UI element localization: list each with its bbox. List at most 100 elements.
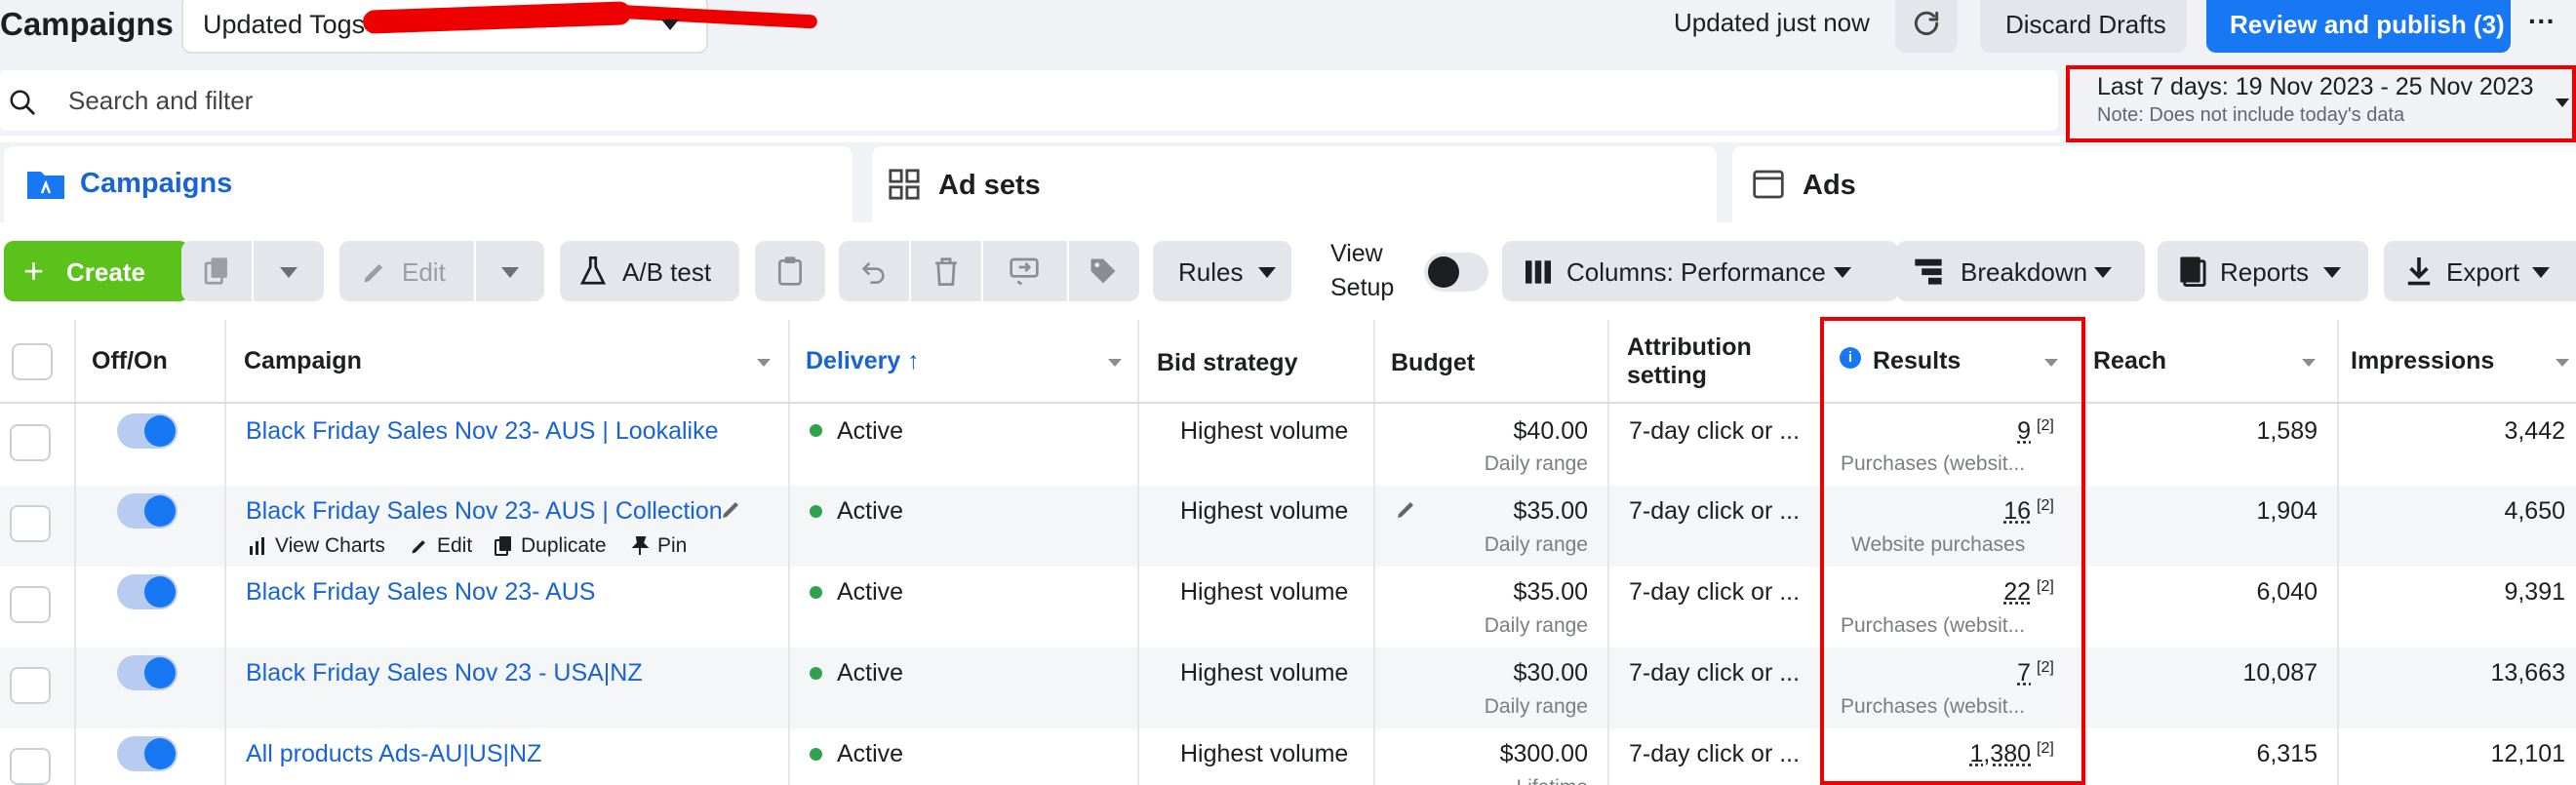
sort-icon[interactable] <box>2302 359 2316 367</box>
campaign-toggle[interactable] <box>117 413 178 449</box>
reports-button[interactable]: Reports <box>2158 241 2368 301</box>
campaign-name-link[interactable]: Black Friday Sales Nov 23- AUS | Collect… <box>246 497 723 526</box>
select-all-checkbox[interactable] <box>12 343 53 380</box>
grid-icon <box>889 169 920 200</box>
delete-button[interactable] <box>911 241 981 301</box>
page-title: Campaigns <box>0 6 174 42</box>
view-charts-action[interactable]: View Charts <box>275 534 385 558</box>
campaign-name-link[interactable]: All products Ads-AU|US|NZ <box>246 740 541 768</box>
status-dot <box>810 424 822 437</box>
row-checkbox[interactable] <box>10 586 51 623</box>
bid-strategy: Highest volume <box>1180 497 1349 525</box>
more-options-icon[interactable]: ··· <box>2528 6 2556 37</box>
toggle-knob <box>144 415 176 447</box>
compare-button[interactable] <box>983 241 1067 301</box>
header-reach[interactable]: Reach <box>2093 347 2166 375</box>
tab-ads[interactable]: Ads <box>1732 146 2576 222</box>
delivery-status: Active <box>837 497 904 525</box>
pencil-icon <box>364 263 383 283</box>
impressions-value: 4,650 <box>2504 497 2565 525</box>
tag-button[interactable] <box>1069 241 1139 301</box>
row-checkbox[interactable] <box>10 748 51 785</box>
campaign-name-link[interactable]: Black Friday Sales Nov 23 - USA|NZ <box>246 659 643 687</box>
undo-icon <box>861 261 885 284</box>
pencil-icon[interactable] <box>720 497 743 521</box>
column-divider <box>224 320 226 785</box>
header-campaign[interactable]: Campaign <box>244 347 362 375</box>
sort-icon[interactable] <box>2556 359 2569 367</box>
edit-button[interactable]: Edit <box>339 241 474 301</box>
column-divider <box>788 320 790 785</box>
tab-ad-sets[interactable]: Ad sets <box>872 146 1717 222</box>
breakdown-button[interactable]: Breakdown <box>1896 241 2145 301</box>
sort-icon[interactable] <box>757 359 771 367</box>
header-delivery[interactable]: Delivery ↑ <box>806 347 920 375</box>
row-checkbox[interactable] <box>10 505 51 542</box>
attribution-value: 7-day click or ... <box>1629 417 1801 445</box>
column-divider <box>1137 320 1139 785</box>
duplicate-action[interactable]: Duplicate <box>521 534 607 558</box>
export-button[interactable]: Export <box>2384 241 2576 301</box>
columns-button[interactable]: Columns: Performance <box>1502 241 1898 301</box>
header-attribution[interactable]: Attribution setting <box>1627 334 1752 390</box>
impressions-value: 9,391 <box>2504 578 2565 606</box>
chevron-down-icon <box>2323 267 2341 278</box>
chevron-down-icon <box>2556 98 2569 107</box>
campaign-toggle[interactable] <box>117 493 178 529</box>
date-range-label: Last 7 days: 19 Nov 2023 - 25 Nov 2023 <box>2097 73 2534 100</box>
chevron-down-icon <box>2094 267 2112 278</box>
duplicate-icon <box>204 257 227 285</box>
trash-icon <box>935 257 957 286</box>
row-checkbox[interactable] <box>10 667 51 704</box>
reach-value: 10,087 <box>2242 659 2318 687</box>
refresh-button[interactable] <box>1895 0 1958 53</box>
tag-icon <box>1090 258 1116 284</box>
bid-strategy: Highest volume <box>1180 659 1349 687</box>
breakdown-label: Breakdown <box>1961 257 2088 287</box>
review-publish-button[interactable]: Review and publish (3) <box>2206 0 2511 53</box>
edit-dropdown[interactable] <box>476 241 544 301</box>
report-icon <box>2180 256 2206 287</box>
ab-test-button[interactable]: A/B test <box>560 241 739 301</box>
swap-icon <box>1010 257 1039 286</box>
draft-selector[interactable]: Updated Togs <box>181 0 818 54</box>
delivery-status: Active <box>837 417 904 445</box>
header-off-on: Off/On <box>92 347 168 374</box>
edit-action[interactable]: Edit <box>437 534 472 558</box>
date-range-picker[interactable]: Last 7 days: 19 Nov 2023 - 25 Nov 2023 N… <box>2066 65 2576 142</box>
update-status: Updated just now <box>1674 8 1870 37</box>
pin-action[interactable]: Pin <box>657 534 687 558</box>
header-impressions[interactable]: Impressions <box>2351 347 2494 375</box>
campaign-toggle[interactable] <box>117 736 178 771</box>
clipboard-button[interactable] <box>755 241 825 301</box>
duplicate-dropdown[interactable] <box>254 241 324 301</box>
reach-value: 1,589 <box>2256 417 2318 445</box>
header-budget[interactable]: Budget <box>1391 349 1475 377</box>
campaign-toggle[interactable] <box>117 574 178 609</box>
view-setup-toggle[interactable] <box>1424 253 1488 292</box>
undo-button[interactable] <box>839 241 909 301</box>
download-icon <box>2407 257 2431 286</box>
column-divider <box>74 320 76 785</box>
bid-strategy: Highest volume <box>1180 417 1349 445</box>
row-checkbox[interactable] <box>10 424 51 461</box>
duplicate-button[interactable] <box>181 241 252 301</box>
view-setup-label: View Setup <box>1330 240 1395 301</box>
tab-campaigns[interactable]: Campaigns <box>4 146 852 222</box>
refresh-icon <box>1914 11 1939 35</box>
header-bid-strategy[interactable]: Bid strategy <box>1157 349 1297 377</box>
bid-strategy: Highest volume <box>1180 578 1349 606</box>
rules-button[interactable]: Rules <box>1153 241 1291 301</box>
campaign-name-link[interactable]: Black Friday Sales Nov 23- AUS | Lookali… <box>246 417 719 446</box>
create-button[interactable]: + Create <box>4 241 189 301</box>
campaign-toggle[interactable] <box>117 655 178 690</box>
rules-label: Rules <box>1178 257 1244 287</box>
review-publish-label: Review and publish (3) <box>2230 10 2505 39</box>
search-input[interactable]: Search and filter <box>0 70 2058 131</box>
discard-drafts-button[interactable]: Discard Drafts <box>1980 0 2187 53</box>
sort-icon[interactable] <box>1108 359 1122 367</box>
pin-icon <box>631 536 650 555</box>
campaign-name-link[interactable]: Black Friday Sales Nov 23- AUS <box>246 578 595 607</box>
discard-drafts-label: Discard Drafts <box>2005 10 2166 39</box>
attribution-value: 7-day click or ... <box>1629 578 1801 606</box>
